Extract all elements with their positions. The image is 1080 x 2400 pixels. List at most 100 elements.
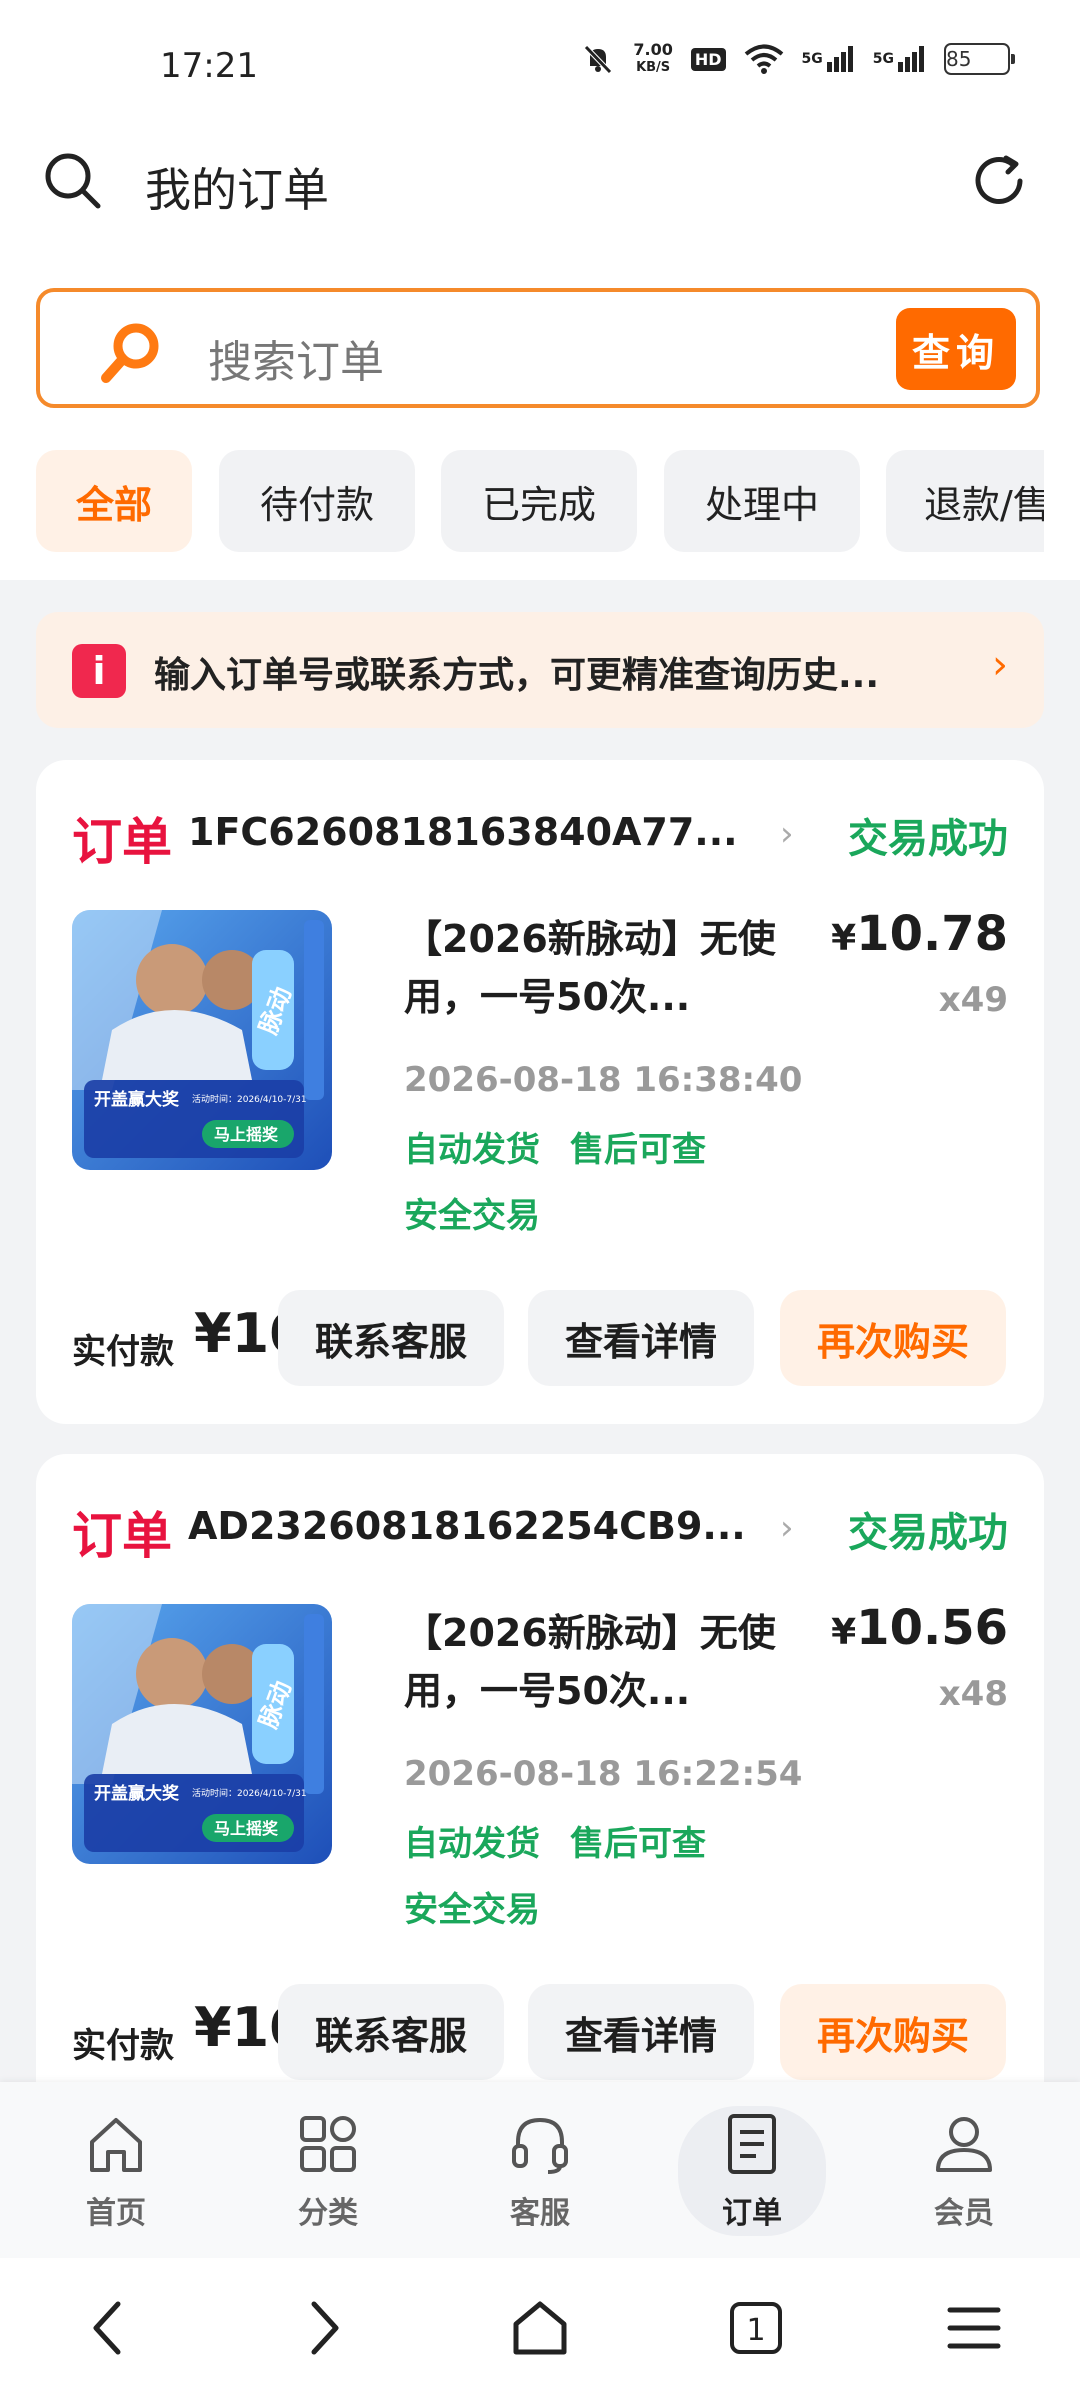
tabs-count: 1 <box>746 2313 765 2348</box>
nav-orders[interactable]: 订单 <box>644 2082 860 2258</box>
nav-home[interactable]: 首页 <box>8 2082 224 2258</box>
product-image[interactable]: 开盖赢大奖 活动时间：2026/4/10-7/31 马上摇奖 脉动 <box>72 910 332 1170</box>
battery-icon: 85 <box>944 43 1015 75</box>
order-label: 订单 <box>72 813 172 871</box>
image-banner-text: 开盖赢大奖 <box>94 1783 180 1804</box>
order-time: 2026-08-18 16:22:54 <box>404 1754 803 1794</box>
notice-banner[interactable]: i 输入订单号或联系方式，可更精准查询历史... › <box>36 612 1044 728</box>
order-card: 订单 AD23260818162254CB9... › 交易成功 开盖赢大奖 活… <box>36 1454 1044 2118</box>
image-date-text: 活动时间：2026/4/10-7/31 <box>192 1787 307 1799</box>
product-title[interactable]: 【2026新脉动】无使用，一号50次... <box>404 910 794 1026</box>
signal-icon-1: 5G <box>802 44 855 74</box>
currency-symbol: ¥ <box>831 1612 857 1653</box>
product-price: ¥10.78 <box>831 906 1008 962</box>
status-time: 17:21 <box>160 46 258 86</box>
nav-label: 客服 <box>510 2196 570 2231</box>
wifi-icon <box>744 43 784 75</box>
order-status: 交易成功 <box>848 816 1008 862</box>
image-button-text: 马上摇奖 <box>214 1819 279 1838</box>
tag-safe-trade: 安全交易 <box>404 1196 540 1236</box>
view-details-button[interactable]: 查看详情 <box>528 1290 754 1386</box>
net-speed: 7.00 KB/S <box>633 42 672 76</box>
order-number[interactable]: 1FC6260818163840A77... <box>188 810 738 854</box>
nav-label: 首页 <box>86 2196 146 2231</box>
tag-after-sales: 售后可查 <box>570 1824 706 1864</box>
grid-icon <box>296 2112 360 2180</box>
tab-refund[interactable]: 退款/售 <box>886 450 1044 552</box>
header: 我的订单 <box>0 120 1080 240</box>
buy-again-button[interactable]: 再次购买 <box>780 1290 1006 1386</box>
refresh-icon[interactable] <box>968 150 1030 216</box>
nav-label: 分类 <box>298 2196 358 2231</box>
tab-processing[interactable]: 处理中 <box>664 450 860 552</box>
forward-icon[interactable] <box>304 2298 344 2362</box>
paid-label: 实付款 <box>72 2026 174 2066</box>
price-value: 10.78 <box>856 906 1008 962</box>
image-date-text: 活动时间：2026/4/10-7/31 <box>192 1093 307 1105</box>
order-status: 交易成功 <box>848 1510 1008 1556</box>
mute-icon <box>581 42 615 76</box>
tab-completed[interactable]: 已完成 <box>441 450 637 552</box>
menu-icon[interactable] <box>944 2298 1004 2362</box>
page-title: 我的订单 <box>145 163 329 217</box>
order-card: 订单 1FC6260818163840A77... › 交易成功 开盖赢大奖 活… <box>36 760 1044 1424</box>
search-input[interactable]: 搜索订单 <box>208 326 384 390</box>
nav-category[interactable]: 分类 <box>220 2082 436 2258</box>
view-details-button[interactable]: 查看详情 <box>528 1984 754 2080</box>
tabs-icon[interactable]: 1 <box>726 2298 786 2362</box>
tag-safe-trade: 安全交易 <box>404 1890 540 1930</box>
order-time: 2026-08-18 16:38:40 <box>404 1060 803 1100</box>
headset-icon <box>508 2112 572 2180</box>
order-label: 订单 <box>72 1507 172 1565</box>
product-quantity: x49 <box>938 980 1008 1020</box>
price-value: 10.56 <box>856 1600 1008 1656</box>
system-nav: 1 <box>0 2258 1080 2400</box>
nav-label: 会员 <box>934 2196 994 2231</box>
buy-again-button[interactable]: 再次购买 <box>780 1984 1006 2080</box>
currency-symbol: ¥ <box>831 918 857 959</box>
home-button-icon[interactable] <box>508 2298 572 2362</box>
signal-icon-2: 5G <box>873 44 926 74</box>
tag-auto-delivery: 自动发货 <box>404 1824 540 1864</box>
tab-pending-payment[interactable]: 待付款 <box>219 450 415 552</box>
tag-auto-delivery: 自动发货 <box>404 1130 540 1170</box>
status-icons: 7.00 KB/S HD 5G 5G 85 <box>581 42 1015 76</box>
contact-service-button[interactable]: 联系客服 <box>278 1984 504 2080</box>
search-icon[interactable] <box>42 150 104 216</box>
paid-amount: ¥10 <box>194 1996 282 2059</box>
back-icon[interactable] <box>88 2298 128 2362</box>
query-button[interactable]: 查询 <box>896 308 1016 390</box>
chevron-right-icon: › <box>992 642 1008 688</box>
order-number[interactable]: AD23260818162254CB9... <box>188 1504 746 1548</box>
product-image[interactable]: 开盖赢大奖 活动时间：2026/4/10-7/31 马上摇奖 脉动 <box>72 1604 332 1864</box>
net-speed-value: 7.00 <box>633 40 673 59</box>
user-icon <box>932 2112 996 2180</box>
filter-tabs: 全部 待付款 已完成 处理中 退款/售 <box>36 450 1044 552</box>
product-price: ¥10.56 <box>831 1600 1008 1656</box>
tab-all[interactable]: 全部 <box>36 450 192 552</box>
paid-amount: ¥10 <box>194 1302 282 1365</box>
status-bar: 17:21 7.00 KB/S HD 5G 5G 85 <box>0 0 1080 120</box>
image-button-text: 马上摇奖 <box>214 1125 279 1144</box>
nav-member[interactable]: 会员 <box>856 2082 1072 2258</box>
signal-label-1: 5G <box>801 51 823 67</box>
order-search-box[interactable]: 搜索订单 查询 <box>36 288 1040 408</box>
magnifier-icon <box>98 320 164 390</box>
product-quantity: x48 <box>938 1674 1008 1714</box>
document-icon <box>720 2112 784 2180</box>
nav-service[interactable]: 客服 <box>432 2082 648 2258</box>
home-icon <box>84 2112 148 2180</box>
nav-label: 订单 <box>722 2196 782 2231</box>
notice-text: 输入订单号或联系方式，可更精准查询历史... <box>154 655 880 696</box>
signal-label-2: 5G <box>872 51 894 67</box>
tag-after-sales: 售后可查 <box>570 1130 706 1170</box>
paid-label: 实付款 <box>72 1332 174 1372</box>
net-speed-unit: KB/S <box>636 60 671 75</box>
chevron-right-icon[interactable]: › <box>780 814 794 854</box>
bottom-nav: 首页 分类 客服 订单 会员 <box>0 2082 1080 2258</box>
contact-service-button[interactable]: 联系客服 <box>278 1290 504 1386</box>
image-banner-text: 开盖赢大奖 <box>94 1089 180 1110</box>
info-icon: i <box>72 644 126 698</box>
chevron-right-icon[interactable]: › <box>780 1508 794 1548</box>
product-title[interactable]: 【2026新脉动】无使用，一号50次... <box>404 1604 794 1720</box>
